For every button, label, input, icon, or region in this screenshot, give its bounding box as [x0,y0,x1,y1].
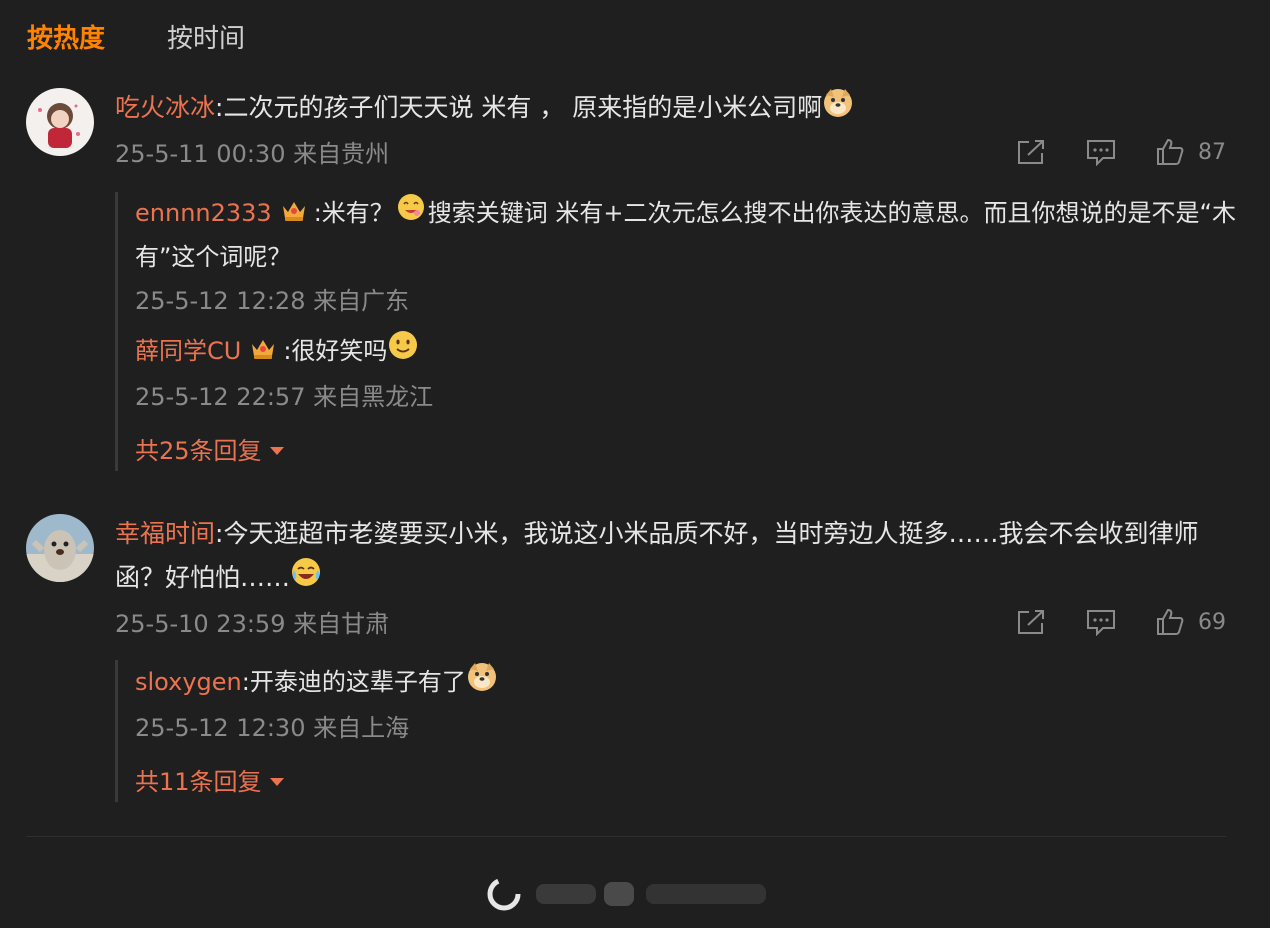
smile-emoji [387,329,419,375]
reply-text: 薛同学CU :很好笑吗 [135,329,1246,375]
spinner-icon [487,877,766,911]
like-count: 87 [1198,139,1226,165]
tab-sort-by-hot[interactable]: 按热度 [27,18,105,55]
yummy-emoji [396,192,426,236]
comment-username[interactable]: 幸福时间 [115,519,215,548]
comment-button[interactable] [1086,138,1116,166]
reply-meta: 25-5-12 12:28 来自广东 [135,287,410,315]
share-icon [1018,610,1044,634]
view-more-replies-button[interactable]: 共25条回复 [135,431,284,471]
more-replies-label: 共11条回复 [135,768,262,796]
comment-content: :二次元的孩子们天天说 米有 ， 原来指的是小米公司啊 [215,93,823,122]
view-more-replies-button[interactable]: 共11条回复 [135,762,284,802]
reply-meta: 25-5-12 22:57 来自黑龙江 [135,383,434,411]
divider [26,836,1226,837]
loading-indicator [486,872,786,916]
share-button[interactable] [1016,138,1046,166]
reply-username[interactable]: 薛同学CU [135,337,241,365]
reply-list: sloxygen:开泰迪的这辈子有了 25-5-12 12:30 来自上海 共1… [115,660,1246,802]
reply-item: ennnn2333:米有？ 搜索关键词 米有+二次元怎么搜不出你表达的意思。而且你… [135,192,1246,319]
crown-badge-icon [280,193,308,236]
doge-emoji [822,86,854,132]
like-button[interactable]: 69 [1156,608,1226,636]
sort-tabs: 按热度 按时间 [27,16,245,56]
comment-button[interactable] [1086,608,1116,636]
doge-emoji [466,660,498,706]
laugh-cry-emoji [290,556,322,602]
like-count: 69 [1198,609,1226,635]
avatar[interactable] [26,88,94,156]
comment-text: 吃火冰冰:二次元的孩子们天天说 米有 ， 原来指的是小米公司啊 [115,86,1226,132]
reply-item: 薛同学CU :很好笑吗 25-5-12 22:57 来自黑龙江 [135,329,1246,415]
thumbs-up-icon [1157,138,1184,165]
reply-item: sloxygen:开泰迪的这辈子有了 25-5-12 12:30 来自上海 [135,660,1246,746]
share-icon [1018,140,1044,164]
comment-icon [1087,140,1115,166]
reply-list: ennnn2333:米有？ 搜索关键词 米有+二次元怎么搜不出你表达的意思。而且你… [115,192,1246,471]
comment-text: 幸福时间:今天逛超市老婆要买小米，我说这小米品质不好，当时旁边人挺多……我会不会… [115,512,1226,602]
reply-text: sloxygen:开泰迪的这辈子有了 [135,660,1246,706]
reply-username[interactable]: sloxygen [135,668,242,696]
reply-content-a: :很好笑吗 [283,337,388,365]
crown-badge-icon [249,331,277,374]
reply-username[interactable]: ennnn2333 [135,199,272,227]
comment-actions: 87 [976,138,1226,166]
comment-content: :今天逛超市老婆要买小米，我说这小米品质不好，当时旁边人挺多……我会不会收到律师… [115,519,1199,592]
comment-actions: 69 [976,608,1226,636]
thumbs-up-icon [1157,608,1184,635]
comment-icon [1087,610,1115,636]
tab-sort-by-time[interactable]: 按时间 [167,18,245,55]
comment-item: 吃火冰冰:二次元的孩子们天天说 米有 ， 原来指的是小米公司啊 25-5-11 … [26,86,1236,488]
comment-username[interactable]: 吃火冰冰 [115,93,215,122]
share-button[interactable] [1016,608,1046,636]
like-button[interactable]: 87 [1156,138,1226,166]
reply-meta: 25-5-12 12:30 来自上海 [135,714,410,742]
reply-text: ennnn2333:米有？ 搜索关键词 米有+二次元怎么搜不出你表达的意思。而且你… [135,192,1246,279]
avatar[interactable] [26,514,94,582]
caret-down-icon [269,447,284,455]
comment-item: 幸福时间:今天逛超市老婆要买小米，我说这小米品质不好，当时旁边人挺多……我会不会… [26,514,1226,814]
caret-down-icon [269,778,284,786]
more-replies-label: 共25条回复 [135,437,262,465]
reply-content-a: :米有？ [313,199,394,227]
reply-content-a: :开泰迪的这辈子有了 [241,668,466,696]
